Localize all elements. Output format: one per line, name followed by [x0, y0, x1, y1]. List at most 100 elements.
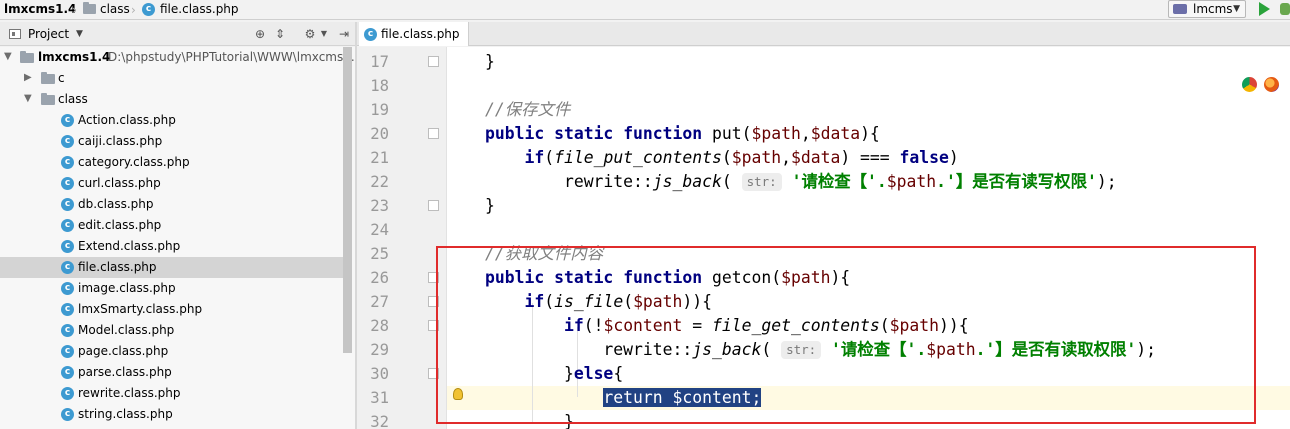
line-number: 25	[370, 245, 389, 263]
tree-item-folder[interactable]: ▼ class	[0, 89, 343, 110]
token-punct: (	[721, 172, 742, 191]
tree-root-label: lmxcms1.4	[38, 50, 111, 64]
fold-marker-icon[interactable]	[428, 200, 439, 211]
tree-item-file[interactable]: c parse.class.php	[0, 362, 343, 383]
tree-file-label: image.class.php	[78, 281, 176, 295]
chevron-right-icon[interactable]: ▶	[24, 71, 34, 85]
tree-file-label: db.class.php	[78, 197, 154, 211]
line-number: 31	[370, 389, 389, 407]
tree-item-file[interactable]: c curl.class.php	[0, 173, 343, 194]
tree-item-root[interactable]: ▼ lmxcms1.4 D:\phpstudy\PHPTutorial\WWW\…	[0, 47, 355, 68]
token-function-name: put(	[712, 124, 752, 143]
tree-item-file[interactable]: c edit.class.php	[0, 215, 343, 236]
editor-tab-bar: c file.class.php	[357, 22, 1290, 46]
tree-file-label: string.class.php	[78, 407, 173, 421]
breadcrumb-file[interactable]: file.class.php	[160, 0, 239, 20]
tree-file-label: page.class.php	[78, 344, 169, 358]
code-line-22: rewrite::js_back( str: '请检查【'.$path.'】是否…	[485, 170, 1117, 194]
token-brace: }	[485, 196, 495, 215]
breadcrumb-separator: ›	[72, 3, 77, 17]
tree-item-file[interactable]: c rewrite.class.php	[0, 383, 343, 404]
fold-marker-icon[interactable]	[428, 128, 439, 139]
hide-panel-icon[interactable]: ⇥	[337, 27, 351, 41]
php-class-icon: c	[61, 156, 74, 169]
code-line-17: }	[485, 50, 495, 74]
tree-file-label: category.class.php	[78, 155, 190, 169]
token-builtin-function: file_put_contents	[554, 148, 722, 167]
token-variable: $data	[810, 124, 861, 143]
php-class-icon: c	[61, 345, 74, 358]
tree-file-label: lmxSmarty.class.php	[78, 302, 203, 316]
line-number: 30	[370, 365, 389, 383]
breadcrumb-folder[interactable]: class	[100, 0, 130, 20]
chevron-down-icon[interactable]: ▼	[76, 22, 83, 46]
gear-icon[interactable]: ⚙	[303, 27, 317, 41]
line-number: 19	[370, 101, 389, 119]
token-punct: ){	[860, 124, 880, 143]
project-panel-header: Project ▼ ⊕ ⇕ ⚙ ▼ ⇥	[0, 22, 355, 46]
php-class-icon: c	[61, 114, 74, 127]
code-line-20: public static function put($path,$data){	[485, 122, 880, 146]
line-number: 20	[370, 125, 389, 143]
line-number: 18	[370, 77, 389, 95]
token-variable: $path	[886, 172, 937, 191]
collapse-all-icon[interactable]: ⇕	[273, 27, 287, 41]
chevron-down-icon[interactable]: ▼	[4, 50, 14, 64]
tree-item-file[interactable]: c caiji.class.php	[0, 131, 343, 152]
tree-item-file[interactable]: c db.class.php	[0, 194, 343, 215]
breadcrumb-project[interactable]: lmxcms1.4	[4, 0, 76, 20]
chevron-down-icon: ▼	[1233, 4, 1240, 14]
folder-icon	[20, 51, 34, 63]
tree-item-file[interactable]: c image.class.php	[0, 278, 343, 299]
tree-file-label: rewrite.class.php	[78, 386, 181, 400]
token-variable: $data	[790, 148, 841, 167]
run-configuration-label: lmcms	[1193, 2, 1233, 16]
tree-item-file[interactable]: c category.class.php	[0, 152, 343, 173]
chrome-icon[interactable]	[1242, 77, 1257, 92]
tree-file-label: caiji.class.php	[78, 134, 163, 148]
code-line-21: if(file_put_contents($path,$data) === fa…	[485, 146, 958, 170]
tree-item-file[interactable]: c string.class.php	[0, 404, 343, 425]
tab-file-class-php[interactable]: c file.class.php	[359, 22, 469, 46]
code-line-19: //保存文件	[485, 98, 570, 122]
breadcrumb-separator: ›	[131, 3, 136, 17]
tree-file-label: Extend.class.php	[78, 239, 181, 253]
parameter-hint: str:	[741, 173, 782, 191]
tree-item-file[interactable]: c page.class.php	[0, 341, 343, 362]
debug-icon[interactable]	[1280, 3, 1290, 15]
php-class-icon: c	[61, 282, 74, 295]
token-punct: );	[1096, 172, 1117, 191]
chevron-down-icon[interactable]: ▼	[317, 27, 331, 41]
run-icon[interactable]	[1259, 2, 1270, 16]
php-class-icon: c	[61, 324, 74, 337]
tree-item-file[interactable]: c Model.class.php	[0, 320, 343, 341]
locate-file-icon[interactable]: ⊕	[253, 27, 267, 41]
token-class-ref: rewrite::	[563, 172, 653, 191]
line-number: 29	[370, 341, 389, 359]
tree-item-file[interactable]: c Extend.class.php	[0, 236, 343, 257]
tree-item-file[interactable]: c lmxSmarty.class.php	[0, 299, 343, 320]
token-punct: (	[544, 148, 555, 167]
php-class-icon: c	[61, 387, 74, 400]
line-number: 22	[370, 173, 389, 191]
token-brace: }	[485, 52, 495, 71]
token-punct: (	[721, 148, 732, 167]
fold-marker-icon[interactable]	[428, 56, 439, 67]
tree-scrollbar[interactable]	[343, 47, 352, 353]
project-panel-title[interactable]: Project	[28, 22, 69, 46]
tree-item-file[interactable]: c Action.class.php	[0, 110, 343, 131]
code-editor[interactable]: 17 18 19 20 21 22 23 24 25 26 27 28 29 3…	[357, 47, 1290, 429]
firefox-icon[interactable]	[1264, 77, 1279, 92]
php-icon	[1173, 4, 1187, 14]
run-configuration-select[interactable]: lmcms ▼	[1168, 0, 1246, 18]
code-line-23: }	[485, 194, 495, 218]
php-class-icon: c	[61, 303, 74, 316]
php-class-icon: c	[61, 135, 74, 148]
token-method: js_back	[652, 172, 722, 191]
tree-item-file-selected[interactable]: c file.class.php	[0, 257, 343, 278]
folder-icon	[41, 72, 55, 84]
tree-item-folder[interactable]: ▶ c	[0, 68, 343, 89]
token-operator: ===	[850, 148, 900, 167]
chevron-down-icon[interactable]: ▼	[24, 92, 34, 106]
token-comment: //保存文件	[485, 100, 571, 119]
